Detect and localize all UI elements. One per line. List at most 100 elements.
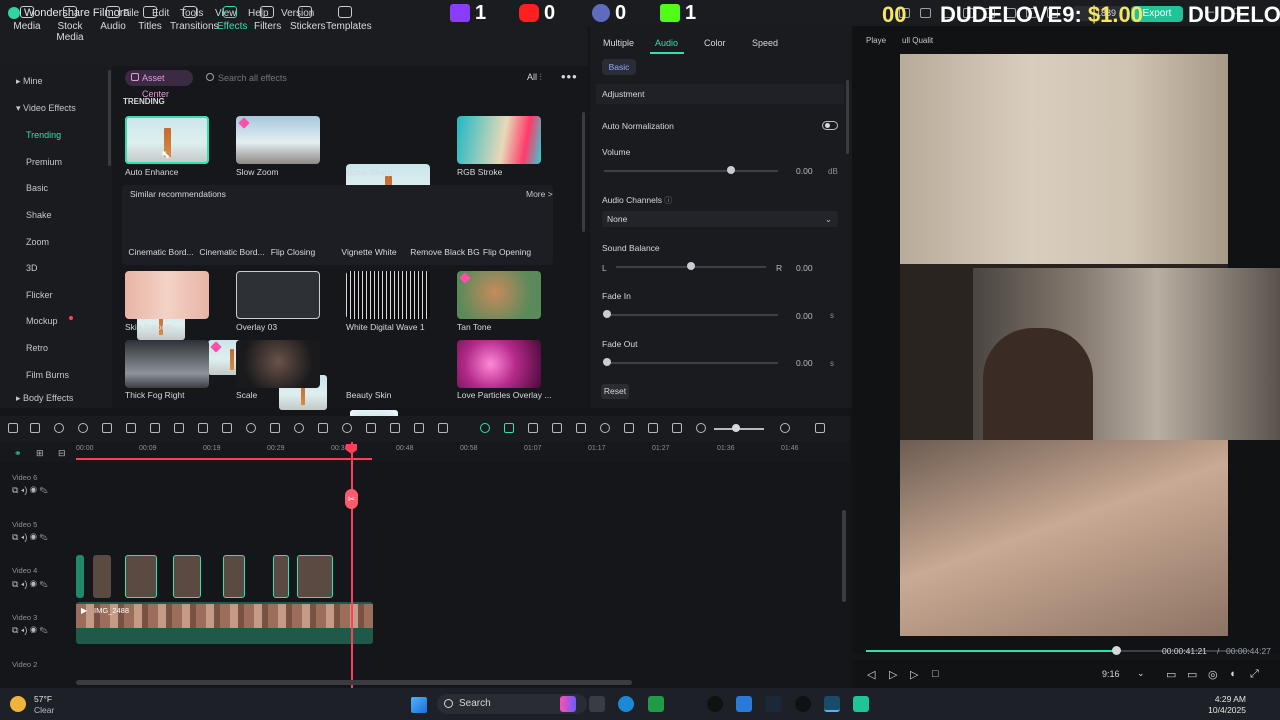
- prev-frame-icon[interactable]: ◁: [867, 668, 875, 681]
- subtitle-icon[interactable]: [672, 423, 682, 433]
- tool-filters[interactable]: Filters: [254, 4, 281, 38]
- play-icon[interactable]: ▷: [910, 668, 918, 681]
- fade-out-knob[interactable]: [603, 358, 611, 366]
- timeline-clip[interactable]: [273, 555, 289, 598]
- work-range-marker[interactable]: [76, 458, 372, 460]
- tiktok-icon[interactable]: [707, 696, 723, 712]
- track-controls-video-6[interactable]: ⧉ ◂) ◉ ✎: [12, 485, 48, 496]
- category-trending[interactable]: Trending: [26, 130, 61, 140]
- category-scrollbar[interactable]: [108, 70, 111, 166]
- category-mockup[interactable]: Mockup: [26, 316, 58, 326]
- tool-audio[interactable]: Audio: [100, 4, 126, 38]
- scissors-icon[interactable]: ✂: [345, 489, 358, 509]
- effect-thumb-white-digital-wave[interactable]: [346, 271, 430, 319]
- track-settings-icon[interactable]: ⊟: [58, 448, 66, 459]
- volume-slider[interactable]: [604, 170, 778, 172]
- clock-time[interactable]: 4:29 AM: [1210, 694, 1246, 704]
- display-icon[interactable]: ▭: [1187, 668, 1197, 681]
- zoom-in-icon[interactable]: [780, 423, 790, 433]
- snapshot-icon[interactable]: ◎: [1208, 668, 1218, 681]
- filmora-taskbar-icon[interactable]: [824, 696, 840, 712]
- effect-thumb-rgb-stroke[interactable]: [457, 116, 541, 164]
- clock-date[interactable]: 10/4/2025: [1202, 705, 1246, 715]
- timeline-clip[interactable]: [93, 555, 111, 598]
- effect-thumb-slow-zoom[interactable]: [236, 116, 320, 164]
- tool-titles[interactable]: Titles: [136, 4, 164, 38]
- playhead-line[interactable]: [351, 442, 353, 688]
- tool-transitions[interactable]: Transitions: [170, 4, 219, 38]
- select-tool-icon[interactable]: [30, 423, 40, 433]
- stop-icon[interactable]: □: [932, 668, 939, 680]
- tool-stickers[interactable]: Stickers: [290, 4, 326, 38]
- marker-icon[interactable]: [552, 423, 562, 433]
- track-controls-video-4[interactable]: ⧉ ◂) ◉ ✎: [12, 579, 48, 590]
- timeline-clip[interactable]: [76, 555, 84, 598]
- category-premium[interactable]: Premium: [26, 157, 62, 167]
- audio-channels-select[interactable]: None ⌄: [602, 211, 838, 227]
- expand-icon[interactable]: ⤢: [1250, 668, 1259, 681]
- effect-thumb-skin-smooth[interactable]: [125, 271, 209, 319]
- track-controls-video-5[interactable]: ⧉ ◂) ◉ ✎: [12, 532, 48, 543]
- category-retro[interactable]: Retro: [26, 343, 48, 353]
- timeline-clip[interactable]: [223, 555, 245, 598]
- effect-thumb-love-particles[interactable]: [457, 340, 541, 388]
- group-icon[interactable]: [438, 423, 448, 433]
- trim-icon[interactable]: [150, 423, 160, 433]
- color-icon[interactable]: [270, 423, 280, 433]
- quality-label[interactable]: ull Qualit: [902, 36, 933, 45]
- shield-icon[interactable]: [576, 423, 586, 433]
- track-controls-video-3[interactable]: ⧉ ◂) ◉ ✎: [12, 625, 48, 636]
- weather-temperature[interactable]: 57°F: [34, 694, 52, 704]
- play-step-icon[interactable]: ▷: [889, 668, 897, 681]
- file-explorer-icon[interactable]: [589, 696, 605, 712]
- ai-tool-icon[interactable]: [294, 423, 304, 433]
- reset-button[interactable]: Reset: [601, 384, 629, 399]
- category-flicker[interactable]: Flicker: [26, 290, 53, 300]
- tool-stock-media[interactable]: Stock Media: [46, 4, 94, 43]
- player-label[interactable]: Playe: [866, 36, 886, 45]
- add-track-icon[interactable]: ⊞: [36, 448, 44, 459]
- zoom-out-icon[interactable]: [696, 423, 706, 433]
- fade-in-value[interactable]: 0.00: [796, 311, 813, 321]
- timeline-clip[interactable]: [173, 555, 201, 598]
- weather-moon-icon[interactable]: [10, 696, 26, 712]
- category-basic[interactable]: Basic: [26, 183, 48, 193]
- browser-scrollbar[interactable]: [582, 112, 585, 232]
- mixer-icon[interactable]: [624, 423, 634, 433]
- tool-templates[interactable]: Templates: [326, 4, 372, 38]
- timeline-menu-icon[interactable]: [815, 423, 825, 433]
- timeline-horizontal-scrollbar[interactable]: [76, 680, 632, 685]
- microphone-icon[interactable]: [600, 423, 610, 433]
- tab-multiple[interactable]: Multiple: [603, 38, 634, 48]
- keyframe-icon[interactable]: [366, 423, 376, 433]
- fade-in-knob[interactable]: [603, 310, 611, 318]
- tab-speed[interactable]: Speed: [752, 38, 778, 48]
- mask-icon[interactable]: [414, 423, 424, 433]
- tiktok-live-icon[interactable]: [795, 696, 811, 712]
- timeline-clip[interactable]: [297, 555, 333, 598]
- effect-thumb-overlay-03[interactable]: [236, 271, 320, 319]
- fade-in-slider[interactable]: [606, 314, 778, 316]
- properties-scrollbar[interactable]: [846, 80, 849, 154]
- fade-out-value[interactable]: 0.00: [796, 358, 813, 368]
- steam-icon[interactable]: [765, 696, 781, 712]
- ripple-toggle-icon[interactable]: [480, 423, 490, 433]
- tab-color[interactable]: Color: [704, 38, 726, 48]
- aspect-ratio-select[interactable]: 9:16: [1102, 669, 1120, 679]
- auto-normalization-toggle[interactable]: [822, 121, 838, 130]
- excel-icon[interactable]: [648, 696, 664, 712]
- basic-subtab[interactable]: Basic: [602, 59, 636, 75]
- transform-icon[interactable]: [222, 423, 232, 433]
- store-icon[interactable]: [736, 696, 752, 712]
- category-3d[interactable]: 3D: [26, 263, 38, 273]
- filter-all-dropdown[interactable]: All ⫶: [527, 72, 542, 83]
- category-shake[interactable]: Shake: [26, 210, 52, 220]
- ratio-chevron-down-icon[interactable]: ⌄: [1137, 668, 1145, 679]
- category-zoom[interactable]: Zoom: [26, 237, 49, 247]
- speed-icon[interactable]: [246, 423, 256, 433]
- volume-value[interactable]: 0.00: [796, 166, 813, 176]
- weather-description[interactable]: Clear: [34, 705, 54, 715]
- tab-audio[interactable]: Audio: [655, 38, 678, 48]
- more-link[interactable]: More >: [526, 189, 553, 199]
- delete-icon[interactable]: [102, 423, 112, 433]
